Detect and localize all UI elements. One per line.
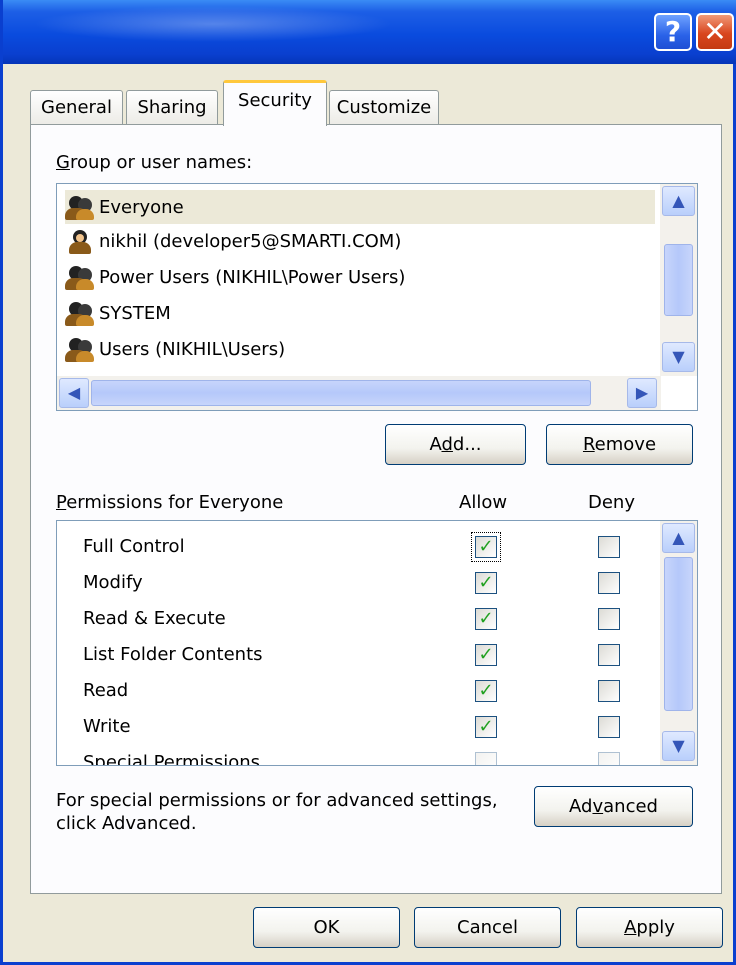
group-or-user-list[interactable]: Everyone nikhil (developer5@SMARTI.COM) … [56,183,698,411]
allow-checkbox[interactable]: ✓ [475,608,497,630]
deny-checkbox[interactable] [598,752,620,765]
allow-checkbox[interactable]: ✓ [475,716,497,738]
permissions-vertical-scrollbar[interactable]: ▲ ▼ [660,521,697,765]
permission-read: Read [83,680,129,701]
deny-checkbox[interactable] [598,608,620,630]
scroll-up-button[interactable]: ▲ [662,523,695,553]
user-name: nikhil (developer5@SMARTI.COM) [99,230,402,252]
advanced-note-line: click Advanced. [56,813,197,834]
advanced-button[interactable]: Advanced [534,786,693,827]
allow-checkbox[interactable]: ✓ [475,572,497,594]
user-name: SYSTEM [99,302,171,324]
users-horizontal-scrollbar[interactable]: ◀ ▶ [57,376,661,410]
group-icon [65,264,95,290]
remove-button[interactable]: Remove [546,424,693,465]
title-sheen [33,6,393,42]
close-button[interactable]: ✕ [696,13,734,51]
ok-button[interactable]: OK [253,907,400,948]
group-icon [65,194,95,220]
users-vertical-scrollbar[interactable]: ▲ ▼ [660,184,697,376]
permission-full-control: Full Control [83,536,185,557]
allow-checkbox[interactable]: ✓ [475,644,497,666]
list-item-nikhil[interactable]: nikhil (developer5@SMARTI.COM) [65,224,655,258]
deny-checkbox[interactable] [598,716,620,738]
group-icon [65,300,95,326]
title-bar[interactable]: ? ✕ [3,0,736,64]
permission-list-folder-contents: List Folder Contents [83,644,263,665]
permissions-label: Permissions for Everyone [56,492,284,513]
allow-checkbox[interactable]: ✓ [475,680,497,702]
scroll-down-button[interactable]: ▼ [662,342,695,372]
deny-column-header: Deny [588,492,635,513]
list-item-power-users[interactable]: Power Users (NIKHIL\Power Users) [65,260,655,294]
list-item-users[interactable]: Users (NIKHIL\Users) [65,332,655,366]
scroll-down-button[interactable]: ▼ [662,731,695,761]
user-name: Power Users (NIKHIL\Power Users) [99,266,406,288]
group-icon [65,336,95,362]
scroll-thumb[interactable] [664,244,693,316]
list-item-everyone[interactable]: Everyone [65,190,655,224]
user-name: Everyone [99,196,184,218]
scroll-right-button[interactable]: ▶ [627,378,657,408]
deny-checkbox[interactable] [598,680,620,702]
permission-read-execute: Read & Execute [83,608,226,629]
deny-checkbox[interactable] [598,536,620,558]
allow-checkbox[interactable]: ✓ [471,532,501,562]
permission-write: Write [83,716,131,737]
tab-sharing[interactable]: Sharing [126,90,218,125]
tab-customize[interactable]: Customize [329,90,439,125]
permission-special: Special Permissions [83,752,261,766]
permission-modify: Modify [83,572,143,593]
allow-column-header: Allow [459,492,508,513]
user-icon [65,228,95,254]
tab-general[interactable]: General [30,90,123,125]
permissions-list[interactable]: Full Control Modify Read & Execute List … [56,520,698,766]
user-name: Users (NIKHIL\Users) [99,338,286,360]
scroll-up-button[interactable]: ▲ [662,186,695,216]
advanced-note: For special permissions or for advanced … [56,789,498,835]
help-button[interactable]: ? [654,13,692,51]
add-button[interactable]: Add... [385,424,526,465]
horizontal-scroll-thumb[interactable] [91,380,591,406]
allow-checkbox[interactable] [475,752,497,765]
cancel-button[interactable]: Cancel [414,907,561,948]
deny-checkbox[interactable] [598,644,620,666]
tab-security[interactable]: Security [223,80,327,126]
scroll-thumb[interactable] [664,557,693,711]
group-or-user-names-label: Group or user names: [56,152,253,173]
apply-button[interactable]: Apply [576,907,723,948]
scroll-left-button[interactable]: ◀ [59,378,89,408]
advanced-note-line: For special permissions or for advanced … [56,790,498,811]
deny-checkbox[interactable] [598,572,620,594]
list-item-system[interactable]: SYSTEM [65,296,655,330]
